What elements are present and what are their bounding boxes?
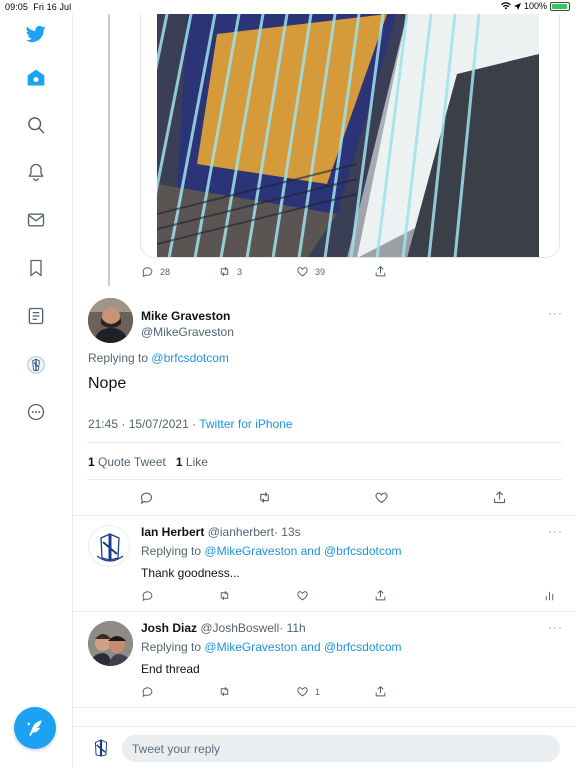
stadium-seats-photo: [157, 14, 539, 257]
likes-stat[interactable]: 1 Like: [176, 455, 208, 469]
replying-to-line: Replying to @brfcsdotcom: [88, 351, 229, 365]
divider: [73, 515, 576, 516]
retweet-icon: [260, 492, 269, 503]
reply-composer: [73, 726, 576, 768]
mention-link[interactable]: @MikeGraveston and @brfcsdotcom: [204, 640, 401, 654]
bookmark-icon[interactable]: [24, 256, 48, 280]
twitter-bird-icon[interactable]: [24, 22, 48, 46]
status-right: 100%: [500, 1, 570, 11]
heart-icon: [297, 267, 308, 277]
reply-author-name[interactable]: Josh Diaz: [141, 621, 197, 635]
share-icon: [493, 491, 506, 504]
divider: [87, 479, 562, 480]
reply-icon: [142, 267, 153, 277]
reply-icon: [142, 687, 153, 697]
reply-header: Ian Herbert @ianherbert· 13s: [141, 525, 301, 539]
reply-count: 28: [160, 266, 171, 277]
retweet-action[interactable]: [218, 685, 231, 698]
share-action[interactable]: [374, 589, 387, 602]
tweet-photo[interactable]: [157, 14, 539, 257]
more-options-icon[interactable]: ···: [548, 524, 563, 538]
tweet-source-link[interactable]: Twitter for iPhone: [199, 417, 292, 431]
status-time: 09:05 Fri 16 Jul: [5, 2, 72, 12]
analytics-action[interactable]: [543, 589, 556, 602]
main-retweet-button[interactable]: [257, 490, 272, 505]
location-arrow-icon: [513, 2, 521, 10]
tweet-text: Nope: [88, 375, 127, 392]
reply-header: Josh Diaz @JoshBoswell· 11h: [141, 621, 306, 635]
share-action[interactable]: [374, 265, 387, 278]
tweet-thread: 28 3 39 Mike Graveston @MikeGraveston ··…: [73, 14, 576, 768]
retweet-action[interactable]: 3: [218, 265, 242, 278]
mail-icon[interactable]: [24, 208, 48, 232]
analytics-icon: [545, 591, 554, 601]
more-options-icon[interactable]: ···: [548, 306, 563, 320]
retweet-action[interactable]: [218, 589, 231, 602]
avatar-ian-herbert[interactable]: [88, 525, 130, 567]
engagement-stats: 1 Quote Tweet 1 Like: [88, 455, 208, 469]
thread-connector-line: [108, 14, 110, 286]
tweet-timestamp: 21:45 · 15/07/2021 · Twitter for iPhone: [88, 417, 293, 431]
home-icon[interactable]: [24, 66, 48, 90]
sidebar: [0, 14, 73, 768]
reply-text: Thank goodness...: [141, 566, 240, 580]
author-handle[interactable]: @MikeGraveston: [141, 323, 234, 341]
avatar-mike-graveston[interactable]: [88, 298, 133, 343]
retweet-icon: [220, 686, 229, 697]
main-share-button[interactable]: [492, 490, 507, 505]
divider: [73, 611, 576, 612]
bell-icon[interactable]: [24, 160, 48, 184]
quote-tweets-stat[interactable]: 1 Quote Tweet: [88, 455, 166, 469]
share-icon: [375, 686, 386, 697]
share-icon: [375, 266, 386, 277]
divider: [87, 442, 562, 443]
battery-percent: 100%: [523, 1, 547, 11]
reply-icon: [140, 492, 153, 504]
current-user-avatar[interactable]: [88, 735, 114, 761]
reply-action[interactable]: [141, 685, 154, 698]
like-count: 39: [315, 266, 326, 277]
main-like-button[interactable]: [374, 490, 389, 505]
reply-author-handle[interactable]: @JoshBoswell: [200, 621, 279, 635]
mention-link[interactable]: @brfcsdotcom: [151, 351, 229, 365]
retweet-count: 3: [237, 266, 243, 277]
avatar-josh-diaz[interactable]: [88, 621, 133, 666]
heart-icon: [297, 687, 308, 697]
retweet-icon: [220, 266, 229, 277]
like-action[interactable]: [296, 589, 309, 602]
reply-input[interactable]: [122, 735, 560, 762]
compose-tweet-button[interactable]: [14, 707, 56, 749]
search-icon[interactable]: [24, 113, 48, 137]
parent-tweet-media[interactable]: [140, 14, 560, 258]
main-reply-button[interactable]: [139, 490, 154, 505]
like-action[interactable]: 1: [296, 685, 320, 698]
more-options-icon[interactable]: ···: [548, 620, 563, 634]
share-action[interactable]: [374, 685, 387, 698]
retweet-icon: [220, 590, 229, 601]
status-bar: 09:05 Fri 16 Jul 100%: [0, 0, 576, 14]
mention-link[interactable]: @MikeGraveston and @brfcsdotcom: [204, 544, 401, 558]
reply-action[interactable]: [141, 589, 154, 602]
share-icon: [375, 590, 386, 601]
reply-action[interactable]: 28: [141, 265, 170, 278]
heart-icon: [297, 591, 308, 601]
reply-text: End thread: [141, 662, 200, 676]
profile-avatar-icon[interactable]: [24, 353, 48, 377]
reply-author-name[interactable]: Ian Herbert: [141, 525, 204, 539]
battery-icon: [550, 1, 570, 11]
heart-icon: [375, 492, 388, 504]
reply-author-handle[interactable]: @ianherbert: [208, 525, 274, 539]
more-circle-icon[interactable]: [24, 400, 48, 424]
compose-feather-icon: [27, 720, 42, 736]
reply-time: · 11h: [279, 621, 306, 635]
lists-icon[interactable]: [24, 304, 48, 328]
divider: [73, 707, 576, 708]
like-action[interactable]: 39: [296, 265, 325, 278]
replying-to-line: Replying to @MikeGraveston and @brfcsdot…: [141, 544, 402, 558]
like-count: 1: [315, 686, 321, 697]
reply-time: · 13s: [273, 525, 301, 539]
replying-to-line: Replying to @MikeGraveston and @brfcsdot…: [141, 640, 402, 654]
wifi-icon: [500, 2, 511, 10]
reply-icon: [142, 591, 153, 601]
